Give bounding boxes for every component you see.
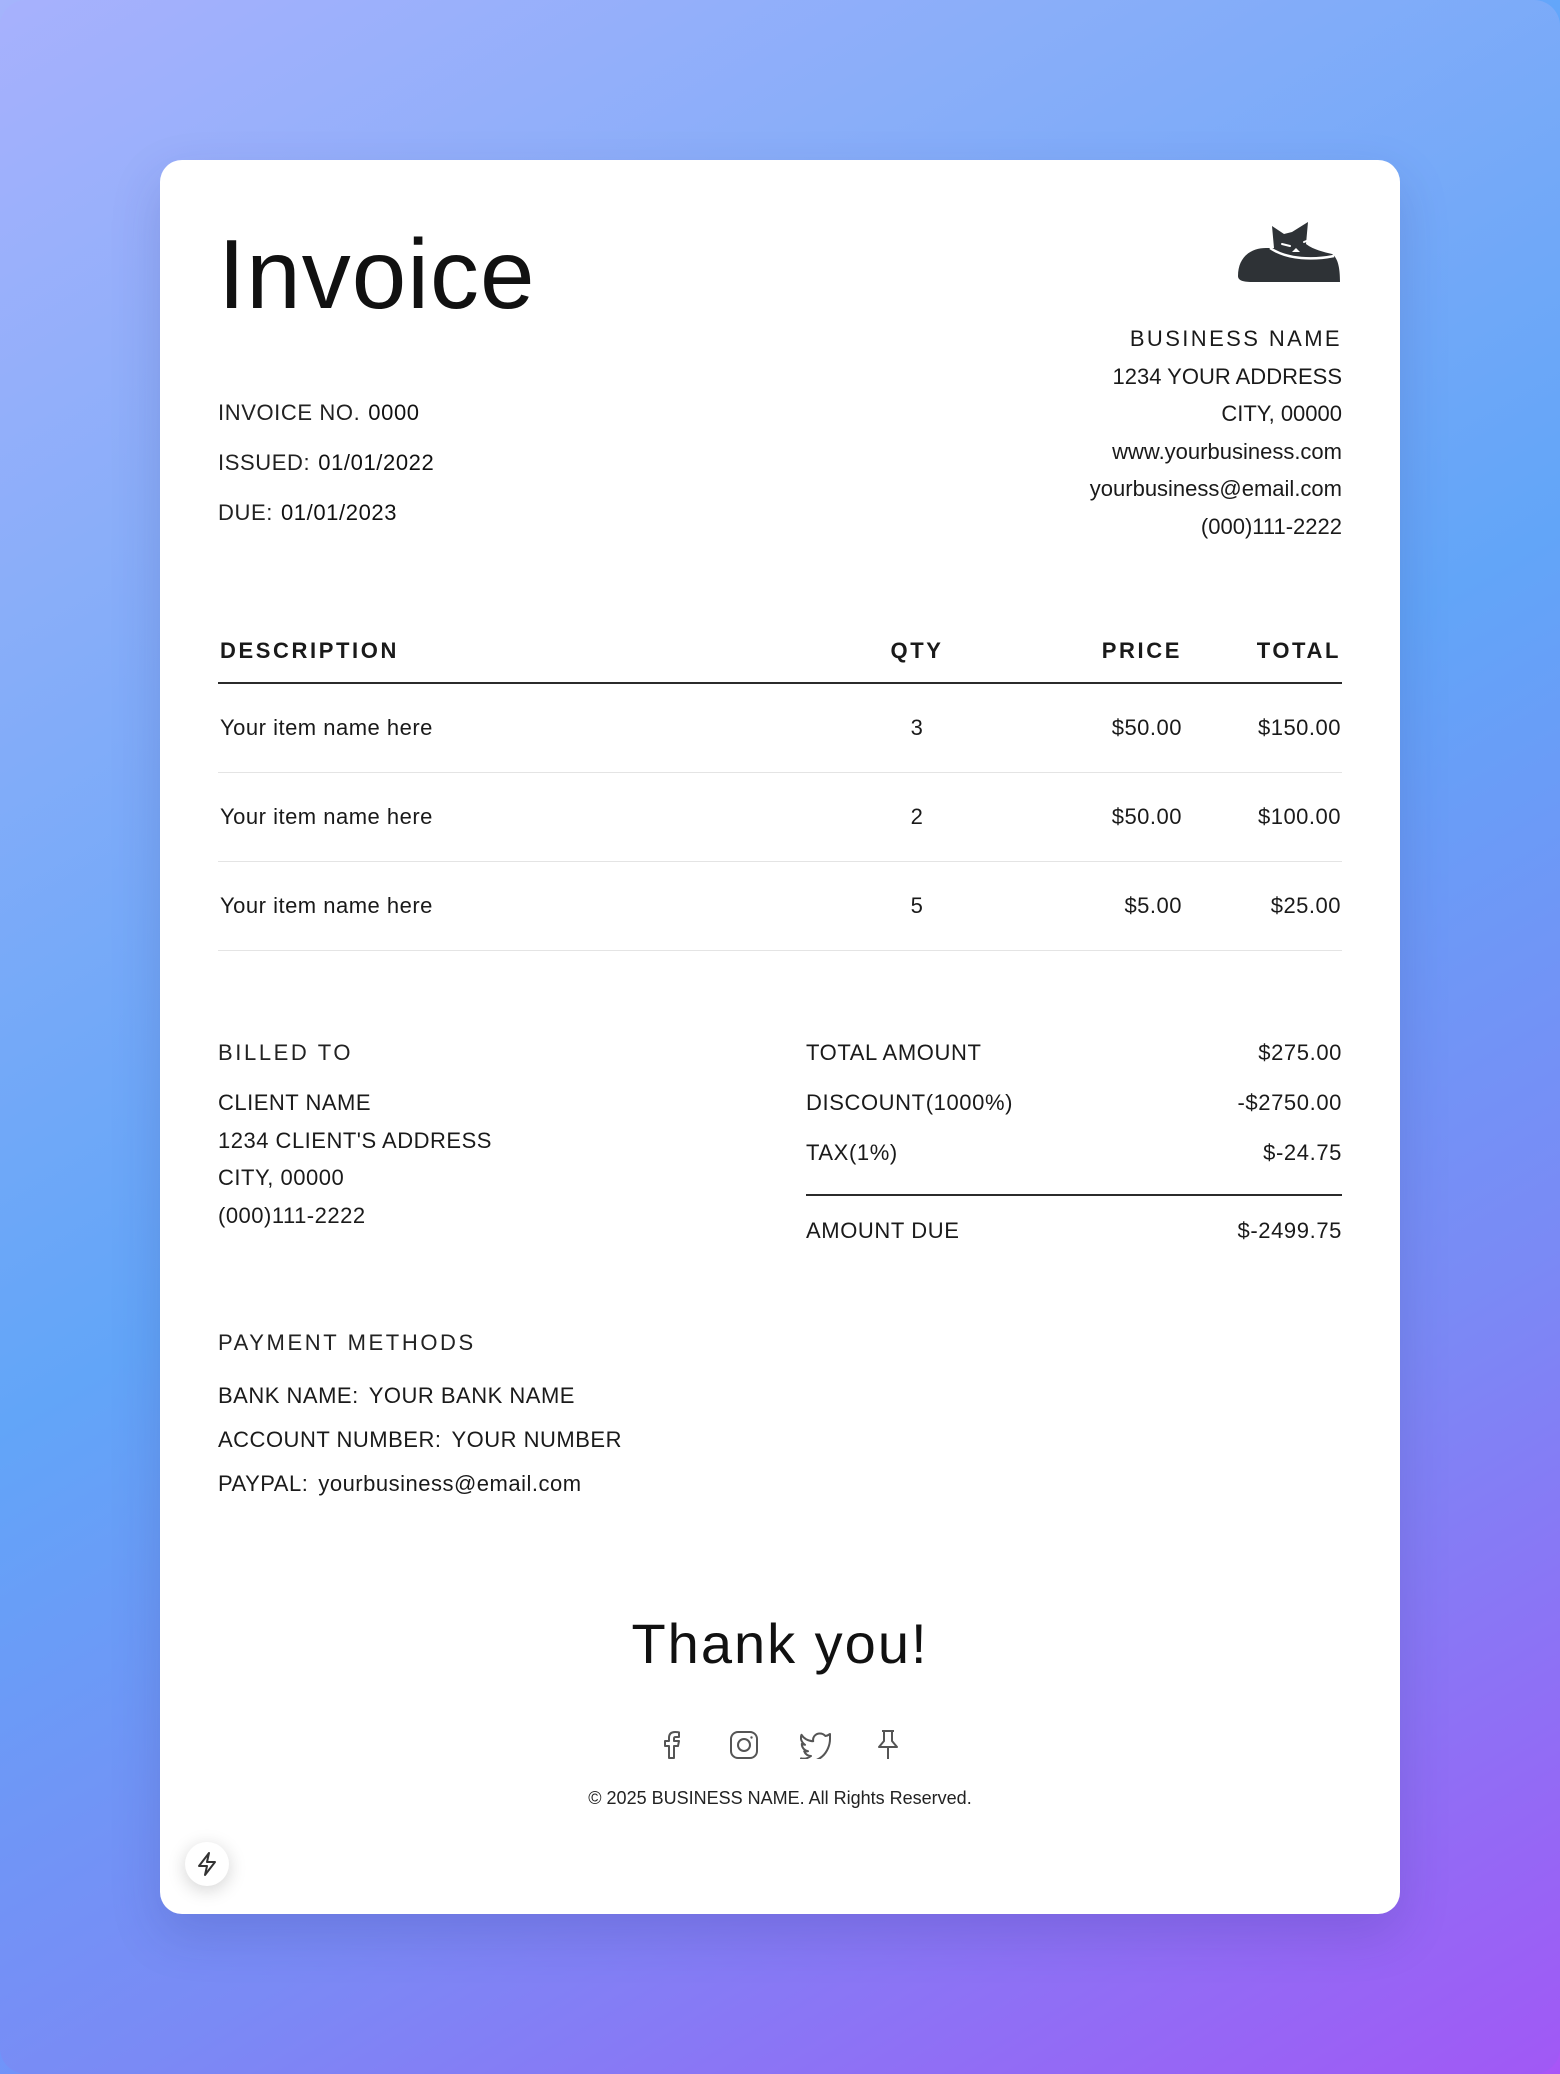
item-price: $50.00 xyxy=(1111,804,1182,829)
business-info: BUSINESS NAME 1234 YOUR ADDRESS CITY, 00… xyxy=(1090,320,1342,546)
client-phone: (000)111-2222 xyxy=(218,1202,366,1228)
due-label: DUE: xyxy=(218,500,273,525)
total-amount-label: TOTAL AMOUNT xyxy=(806,1040,982,1065)
facebook-icon[interactable] xyxy=(655,1728,689,1762)
tax-value: $-24.75 xyxy=(1263,1140,1342,1165)
due-value: 01/01/2023 xyxy=(280,500,398,525)
issued-value: 01/01/2022 xyxy=(318,450,435,475)
item-total: $150.00 xyxy=(1257,715,1341,740)
header-price: PRICE xyxy=(1101,638,1182,663)
quick-action-button[interactable] xyxy=(185,1842,229,1886)
billed-to-section: BILLED TO CLIENT NAME 1234 CLIENT'S ADDR… xyxy=(218,1028,492,1234)
item-qty: 3 xyxy=(910,715,924,740)
item-description: Your item name here xyxy=(220,804,433,829)
bank-name-row: BANK NAME: YOUR BANK NAME xyxy=(218,1374,622,1418)
social-links xyxy=(160,1728,1400,1762)
client-city: CITY, 00000 xyxy=(218,1165,345,1191)
due-row: DUE: 01/01/2023 xyxy=(218,488,434,538)
business-name: BUSINESS NAME xyxy=(1129,326,1342,351)
table-header: DESCRIPTION QTY PRICE TOTAL xyxy=(218,620,1342,684)
item-price: $50.00 xyxy=(1111,715,1182,740)
gradient-background: Invoice BUSINESS NAME 1234 YOUR ADDRESS … xyxy=(0,0,1560,2074)
copyright-text: © 2025 BUSINESS NAME. All Rights Reserve… xyxy=(588,1788,972,1808)
amount-due-label: AMOUNT DUE xyxy=(806,1218,960,1243)
total-amount-row: TOTAL AMOUNT $275.00 xyxy=(806,1028,1342,1078)
billed-to-label: BILLED TO xyxy=(218,1040,354,1065)
invoice-title: Invoice xyxy=(218,219,536,329)
invoice-number-row: INVOICE NO. 0000 xyxy=(218,388,434,438)
table-row: Your item name here 3 $50.00 $150.00 xyxy=(218,684,1342,773)
lightning-icon xyxy=(198,1852,216,1876)
totals-divider xyxy=(806,1194,1342,1196)
item-total: $100.00 xyxy=(1257,804,1341,829)
issued-row: ISSUED: 01/01/2022 xyxy=(218,438,434,488)
item-qty: 5 xyxy=(910,893,924,918)
header-description: DESCRIPTION xyxy=(220,638,399,663)
totals-section: TOTAL AMOUNT $275.00 DISCOUNT(1000%) -$2… xyxy=(806,1028,1342,1256)
thank-you-message: Thank you! xyxy=(631,1612,929,1675)
item-total: $25.00 xyxy=(1270,893,1341,918)
amount-due-row: AMOUNT DUE $-2499.75 xyxy=(806,1206,1342,1256)
payment-methods-section: PAYMENT METHODS BANK NAME: YOUR BANK NAME… xyxy=(218,1318,622,1506)
discount-value: -$2750.00 xyxy=(1237,1090,1342,1115)
pin-icon[interactable] xyxy=(871,1728,905,1762)
business-city: CITY, 00000 xyxy=(1221,401,1342,427)
client-address: 1234 CLIENT'S ADDRESS xyxy=(218,1127,492,1153)
account-number-row: ACCOUNT NUMBER: YOUR NUMBER xyxy=(218,1418,622,1462)
tax-label: TAX(1%) xyxy=(806,1140,898,1165)
item-qty: 2 xyxy=(910,804,924,829)
item-description: Your item name here xyxy=(220,893,433,918)
bank-name-label: BANK NAME: xyxy=(218,1383,359,1408)
cat-logo-icon xyxy=(1238,222,1340,282)
paypal-value[interactable]: yourbusiness@email.com xyxy=(318,1471,581,1496)
business-website[interactable]: www.yourbusiness.com xyxy=(1090,433,1342,471)
table-row: Your item name here 5 $5.00 $25.00 xyxy=(218,862,1342,951)
discount-row: DISCOUNT(1000%) -$2750.00 xyxy=(806,1078,1342,1128)
paypal-row: PAYPAL: yourbusiness@email.com xyxy=(218,1462,622,1506)
business-phone: (000)111-2222 xyxy=(1200,513,1342,539)
client-name: CLIENT NAME xyxy=(218,1090,372,1115)
twitter-icon[interactable] xyxy=(799,1728,833,1762)
business-address: 1234 YOUR ADDRESS xyxy=(1112,363,1342,389)
invoice-number-label: INVOICE NO. xyxy=(218,400,361,425)
header-total: TOTAL xyxy=(1256,638,1341,663)
business-email[interactable]: yourbusiness@email.com xyxy=(1090,470,1342,508)
invoice-number-value: 0000 xyxy=(368,400,420,425)
item-price: $5.00 xyxy=(1124,893,1182,918)
bank-name-value: YOUR BANK NAME xyxy=(368,1383,575,1408)
discount-label: DISCOUNT(1000%) xyxy=(806,1090,1014,1115)
account-number-value: YOUR NUMBER xyxy=(451,1427,622,1452)
header-qty: QTY xyxy=(890,638,944,663)
item-description: Your item name here xyxy=(220,715,433,740)
tax-row: TAX(1%) $-24.75 xyxy=(806,1128,1342,1178)
invoice-meta: INVOICE NO. 0000 ISSUED: 01/01/2022 DUE: 01… xyxy=(218,388,434,538)
table-row: Your item name here 2 $50.00 $100.00 xyxy=(218,773,1342,862)
account-number-label: ACCOUNT NUMBER: xyxy=(218,1427,442,1452)
amount-due-value: $-2499.75 xyxy=(1237,1218,1342,1243)
invoice-card: Invoice BUSINESS NAME 1234 YOUR ADDRESS … xyxy=(160,160,1400,1914)
paypal-label: PAYPAL: xyxy=(218,1471,309,1496)
total-amount-value: $275.00 xyxy=(1258,1040,1342,1065)
issued-label: ISSUED: xyxy=(218,450,311,475)
payment-methods-label: PAYMENT METHODS xyxy=(218,1330,476,1355)
items-table: DESCRIPTION QTY PRICE TOTAL Your item na… xyxy=(218,620,1342,951)
instagram-icon[interactable] xyxy=(727,1728,761,1762)
